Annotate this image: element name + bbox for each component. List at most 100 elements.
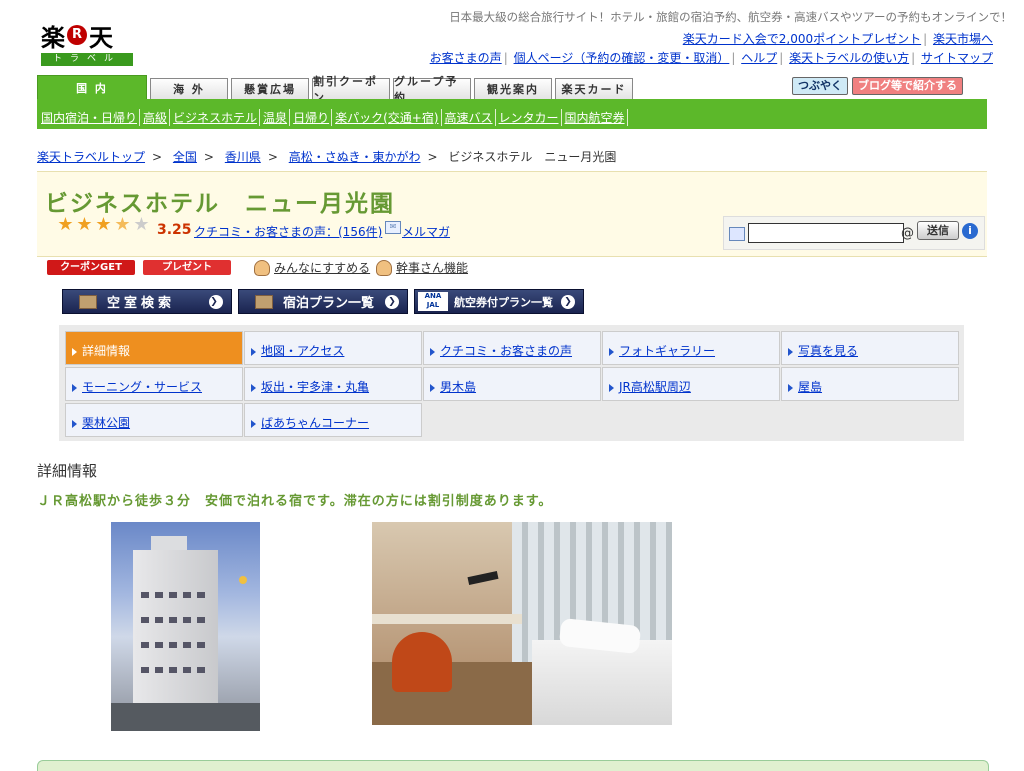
plans-label: 宿泊プラン一覧	[283, 296, 375, 311]
menu-ritsurin[interactable]: 栗林公園	[65, 403, 243, 437]
tab-card[interactable]: 楽天カード	[555, 78, 633, 99]
reviews-link[interactable]: クチコミ・お客さまの声：(156件)	[194, 223, 382, 240]
kanji-link[interactable]: 幹事さん機能	[396, 259, 468, 276]
logo-subtitle: トラベル	[41, 53, 133, 66]
present-button[interactable]: プレゼント	[143, 260, 231, 275]
tweet-label: つぶやく	[798, 79, 842, 92]
tab-overseas[interactable]: 海 外	[150, 78, 228, 99]
menu-reviews[interactable]: クチコミ・お客さまの声	[423, 331, 601, 365]
breadcrumb-national[interactable]: 全国	[173, 150, 197, 164]
subnav-luxury[interactable]: 高級	[143, 109, 171, 126]
vacancy-label: 空室検索	[107, 296, 176, 311]
tab-group[interactable]: グループ予約	[393, 75, 471, 104]
subnav-onsen[interactable]: 温泉	[263, 109, 291, 126]
subnav-rental-car[interactable]: レンタカー	[499, 109, 562, 126]
subnav-daytrip[interactable]: 日帰り	[293, 109, 333, 126]
menu-photo-gallery[interactable]: フォトギャラリー	[602, 331, 780, 365]
arrow-right-icon: ❯	[209, 295, 223, 309]
site-tagline: 日本最大級の総合旅行サイト！ホテル・旅館の宿泊予約、航空券・高速バスやツアーの予…	[449, 10, 1012, 24]
main-tabs: 国 内 海 外 懸賞広場 割引クーポン グループ予約 観光案内 楽天カード	[37, 75, 636, 104]
info-icon[interactable]: i	[962, 223, 978, 239]
catchphrase: ＪＲ高松駅から徒歩３分 安価で泊れる宿です。滞在の方には割引制度あります。	[37, 494, 553, 509]
subnav-domestic-stay[interactable]: 国内宿泊・日帰り	[41, 109, 141, 126]
breadcrumb-sep: >	[152, 150, 163, 164]
menu-view-photos[interactable]: 写真を見る	[781, 331, 959, 365]
star-half-icon: ★	[114, 214, 131, 235]
subnav-business-hotel[interactable]: ビジネスホテル	[173, 109, 261, 126]
subnav-highway-bus[interactable]: 高速バス	[445, 109, 496, 126]
plan-list-button[interactable]: 宿泊プラン一覧 ❯	[238, 289, 408, 314]
card-campaign-link[interactable]: 楽天カード入会で2,000ポイントプレゼント	[683, 32, 921, 46]
triangle-icon	[430, 384, 435, 392]
triangle-icon	[251, 384, 256, 392]
blog-share-button[interactable]: ブログ等で紹介する	[852, 77, 963, 95]
building-icon	[79, 294, 97, 309]
blog-label: ブログ等で紹介する	[858, 79, 957, 92]
triangle-icon	[72, 384, 77, 392]
air-plan-list-button[interactable]: ANA JAL 航空券付プラン一覧 ❯	[414, 289, 584, 314]
at-sign: @	[901, 226, 914, 241]
breadcrumb-current: ビジネスホテル ニュー月光園	[448, 150, 617, 164]
menu-grandma-corner[interactable]: ばあちゃんコーナー	[244, 403, 422, 437]
sitemap-link[interactable]: サイトマップ	[921, 51, 993, 65]
breadcrumb-sep: >	[267, 150, 278, 164]
subnav-rakupack[interactable]: 楽パック(交通+宿)	[335, 109, 442, 126]
vacancy-search-button[interactable]: 空室検索 ❯	[62, 289, 232, 314]
breadcrumb-takamatsu[interactable]: 高松・さぬき・東かがわ	[289, 150, 421, 164]
tab-coupon[interactable]: 割引クーポン	[312, 75, 390, 104]
tweet-button[interactable]: つぶやく	[792, 77, 848, 95]
mail-icon: ✉	[385, 221, 401, 234]
coupon-get-button[interactable]: クーポンGET	[47, 260, 135, 275]
triangle-icon	[72, 420, 77, 428]
sub-navigation: 国内宿泊・日帰り 高級 ビジネスホテル 温泉 日帰り 楽パック(交通+宿) 高速…	[37, 99, 987, 129]
hotel-name: ビジネスホテル ニュー月光園	[45, 191, 395, 217]
recommend-link[interactable]: みんなにすすめる	[274, 259, 370, 276]
breadcrumb-top[interactable]: 楽天トラベルトップ	[37, 150, 145, 164]
help-link[interactable]: ヘルプ	[741, 51, 777, 65]
menu-jr-takamatsu[interactable]: JR高松駅周辺	[602, 367, 780, 401]
customer-voice-link[interactable]: お客さまの声	[430, 51, 502, 65]
menu-details[interactable]: 詳細情報	[65, 331, 243, 365]
arrow-right-icon: ❯	[385, 295, 399, 309]
menu-morning-service[interactable]: モーニング・サービス	[65, 367, 243, 401]
rating-stars: ★ ★ ★ ★ ★	[56, 215, 151, 234]
kanji-link-wrap: 幹事さん機能	[376, 259, 468, 276]
breadcrumb-kagawa[interactable]: 香川県	[225, 150, 261, 164]
recommend-link-wrap: みんなにすすめる	[254, 259, 370, 276]
triangle-icon	[430, 348, 435, 356]
mailmag-link[interactable]: メルマガ	[402, 223, 450, 240]
logo-main: 楽R天	[41, 20, 133, 52]
tab-sightseeing[interactable]: 観光案内	[474, 78, 552, 99]
howto-link[interactable]: 楽天トラベルの使い方	[789, 51, 909, 65]
menu-yashima[interactable]: 屋島	[781, 367, 959, 401]
person-icon	[254, 259, 270, 276]
email-input[interactable]	[748, 223, 904, 243]
group-icon	[376, 259, 392, 276]
rakuten-travel-logo[interactable]: 楽R天 トラベル	[41, 20, 133, 68]
tab-domestic[interactable]: 国 内	[37, 75, 147, 100]
menu-sakaide[interactable]: 坂出・宇多津・丸亀	[244, 367, 422, 401]
hotel-header: ビジネスホテル ニュー月光園 ★ ★ ★ ★ ★ 3.25 クチコミ・お客さまの…	[37, 171, 987, 257]
logo-left: 楽	[41, 22, 65, 52]
triangle-icon	[788, 384, 793, 392]
tab-sweepstakes[interactable]: 懸賞広場	[231, 78, 309, 99]
subnav-domestic-air[interactable]: 国内航空券	[565, 109, 628, 126]
header-links-row1: 楽天カード入会で2,000ポイントプレゼント | 楽天市場へ	[682, 32, 993, 46]
menu-ogijima[interactable]: 男木島	[423, 367, 601, 401]
send-button[interactable]: 送信	[917, 221, 959, 240]
mail-form-icon	[729, 227, 745, 241]
ana-jal-logo: ANA JAL	[418, 292, 448, 311]
star-icon: ★	[76, 214, 93, 235]
triangle-icon	[788, 348, 793, 356]
social-buttons: つぶやく ブログ等で紹介する	[792, 77, 963, 95]
ichiba-link[interactable]: 楽天市場へ	[933, 32, 993, 46]
triangle-icon	[251, 420, 256, 428]
triangle-icon	[609, 384, 614, 392]
mailmag-form: @ 送信 i	[723, 216, 985, 250]
menu-map-access[interactable]: 地図・アクセス	[244, 331, 422, 365]
rating-value: 3.25	[157, 222, 192, 238]
section-title: 詳細情報	[37, 462, 98, 480]
bottom-panel	[37, 760, 989, 771]
air-plans-label: 航空券付プラン一覧	[454, 295, 553, 309]
mypage-link[interactable]: 個人ページ（予約の確認・変更・取消）	[514, 51, 730, 65]
